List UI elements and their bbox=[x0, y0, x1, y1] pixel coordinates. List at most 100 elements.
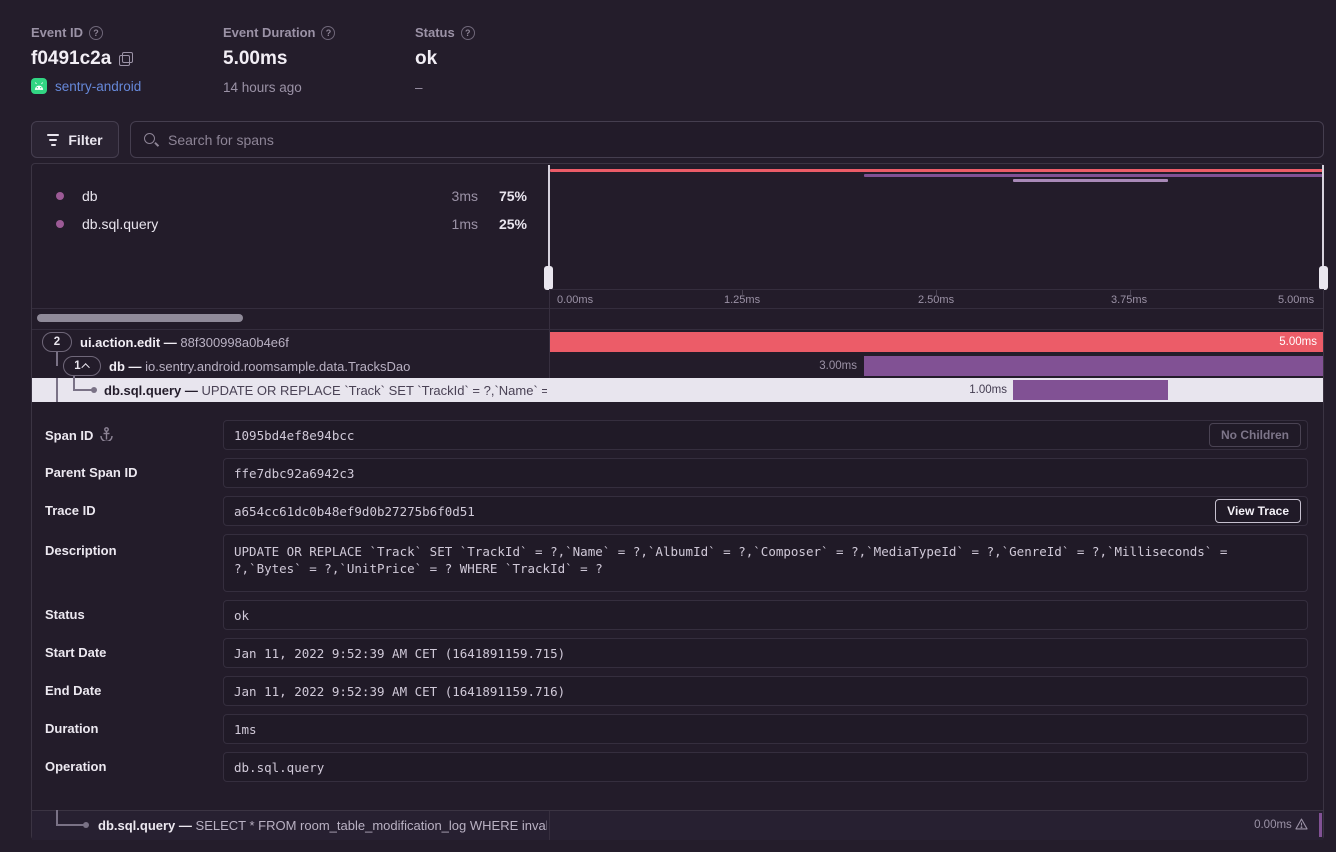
span-bar-zero-width[interactable] bbox=[1319, 813, 1322, 837]
axis-tick-label: 3.75ms bbox=[1111, 294, 1147, 306]
event-id-label-row: Event ID ? bbox=[31, 25, 103, 40]
legend-op-name: db bbox=[82, 188, 98, 204]
span-id-field: 1095bd4ef8e94bcc No Children bbox=[223, 420, 1308, 450]
legend-item-db[interactable]: db 3ms 75% bbox=[56, 182, 536, 210]
tree-connector bbox=[56, 378, 58, 402]
end-date-label: End Date bbox=[45, 683, 101, 698]
legend-op-percent: 25% bbox=[487, 216, 527, 232]
legend-item-db-sql-query[interactable]: db.sql.query 1ms 25% bbox=[56, 210, 536, 238]
span-id-value: 1095bd4ef8e94bcc bbox=[234, 428, 354, 443]
span-desc: SELECT * FROM room_table_modification_lo… bbox=[196, 818, 547, 833]
filter-icon bbox=[47, 134, 59, 146]
span-desc: UPDATE OR REPLACE `Track` SET `TrackId` … bbox=[202, 383, 547, 398]
duration-field-label: Duration bbox=[45, 721, 98, 736]
event-id-value: f0491c2a bbox=[31, 48, 111, 70]
minimap-bottom-border bbox=[32, 308, 1323, 309]
legend-op-name: db.sql.query bbox=[82, 216, 158, 232]
span-duration-label: 1.00ms bbox=[930, 380, 1007, 400]
event-duration-ago: 14 hours ago bbox=[223, 80, 302, 95]
status-field: ok bbox=[223, 600, 1308, 630]
help-icon[interactable]: ? bbox=[321, 26, 335, 40]
project-link[interactable]: sentry-android bbox=[55, 79, 141, 94]
span-children-badge[interactable]: 2 bbox=[42, 332, 72, 352]
span-op: db.sql.query bbox=[98, 818, 175, 833]
separator: — bbox=[179, 818, 192, 833]
event-duration-label: Event Duration bbox=[223, 25, 315, 40]
status-sub: – bbox=[415, 80, 423, 95]
android-icon bbox=[31, 78, 47, 94]
legend-op-percent: 75% bbox=[487, 188, 527, 204]
status-field-value: ok bbox=[234, 608, 249, 623]
anchor-icon[interactable] bbox=[100, 427, 113, 444]
span-duration-label-row: 0.00ms bbox=[1180, 818, 1308, 833]
tree-timeline-divider bbox=[549, 811, 550, 840]
duration-field-value: 1ms bbox=[234, 722, 257, 737]
description-value: UPDATE OR REPLACE `Track` SET `TrackId` … bbox=[234, 543, 1297, 577]
span-desc: 88f300998a0b4e6f bbox=[180, 335, 288, 350]
span-collapse-badge[interactable]: 1 bbox=[63, 356, 101, 376]
end-date-field: Jan 11, 2022 9:52:39 AM CET (1641891159.… bbox=[223, 676, 1308, 706]
status-label: Status bbox=[415, 25, 455, 40]
help-icon[interactable]: ? bbox=[461, 26, 475, 40]
span-duration-label: 3.00ms bbox=[780, 356, 857, 376]
trace-id-label: Trace ID bbox=[45, 503, 96, 518]
tree-connector bbox=[56, 352, 58, 366]
minimap-right-handle-line bbox=[1322, 165, 1324, 268]
view-trace-button[interactable]: View Trace bbox=[1215, 499, 1301, 523]
span-id-label: Span ID bbox=[45, 427, 113, 444]
span-row-title-selected[interactable]: db.sql.query — UPDATE OR REPLACE `Track`… bbox=[104, 383, 547, 398]
filter-button[interactable]: Filter bbox=[31, 121, 119, 158]
status-field-label: Status bbox=[45, 607, 85, 622]
minimap-left-handle[interactable] bbox=[544, 266, 553, 290]
axis-tick-label: 0.00ms bbox=[557, 294, 593, 306]
tree-connector bbox=[56, 810, 58, 825]
span-row-title[interactable]: ui.action.edit — 88f300998a0b4e6f bbox=[80, 335, 545, 350]
separator: — bbox=[129, 359, 142, 374]
separator: — bbox=[164, 335, 177, 350]
minimap-right-handle[interactable] bbox=[1319, 266, 1328, 290]
span-row-title[interactable]: db — io.sentry.android.roomsample.data.T… bbox=[109, 359, 545, 374]
span-bar-db-sql-query[interactable] bbox=[1013, 380, 1168, 400]
status-value: ok bbox=[415, 48, 437, 70]
span-op: db.sql.query bbox=[104, 383, 181, 398]
minimap-bar-db-sql-query bbox=[1013, 179, 1168, 182]
tree-horizontal-scrollbar[interactable] bbox=[37, 314, 243, 322]
event-duration-label-row: Event Duration ? bbox=[223, 25, 335, 40]
span-desc: io.sentry.android.roomsample.data.Tracks… bbox=[145, 359, 410, 374]
span-bar-db[interactable] bbox=[864, 356, 1323, 376]
op-color-dot bbox=[56, 192, 64, 200]
axis-tick bbox=[1130, 290, 1131, 295]
event-duration-value: 5.00ms bbox=[223, 48, 287, 70]
start-date-value: Jan 11, 2022 9:52:39 AM CET (1641891159.… bbox=[234, 646, 565, 661]
event-id-value-row: f0491c2a bbox=[31, 48, 133, 70]
tree-connector bbox=[73, 389, 93, 391]
minimap-left-handle-line bbox=[548, 165, 550, 268]
legend-op-duration: 1ms bbox=[380, 216, 478, 232]
minimap-bar-root bbox=[550, 169, 1323, 172]
copy-icon[interactable] bbox=[119, 52, 133, 66]
span-duration-label: 0.00ms bbox=[1254, 819, 1292, 831]
parent-span-id-field: ffe7dbc92a6942c3 bbox=[223, 458, 1308, 488]
span-op: db bbox=[109, 359, 125, 374]
search-input[interactable] bbox=[168, 132, 1311, 148]
span-bar-ui-action-edit[interactable]: 5.00ms bbox=[550, 332, 1323, 352]
filter-button-label: Filter bbox=[68, 132, 102, 148]
span-search bbox=[130, 121, 1324, 158]
parent-span-id-label: Parent Span ID bbox=[45, 465, 137, 480]
span-row-title[interactable]: db.sql.query — SELECT * FROM room_table_… bbox=[98, 818, 547, 833]
op-color-dot bbox=[56, 220, 64, 228]
span-detail-page: Event ID ? f0491c2a sentry-android Event… bbox=[0, 0, 1336, 852]
operation-field-label: Operation bbox=[45, 759, 106, 774]
help-icon[interactable]: ? bbox=[89, 26, 103, 40]
tree-connector bbox=[73, 376, 75, 390]
operation-field-value: db.sql.query bbox=[234, 760, 324, 775]
chevron-up-icon bbox=[81, 363, 89, 371]
operation-field: db.sql.query bbox=[223, 752, 1308, 782]
start-date-label: Start Date bbox=[45, 645, 106, 660]
tree-leaf-dot bbox=[83, 822, 89, 828]
parent-span-id-value: ffe7dbc92a6942c3 bbox=[234, 466, 354, 481]
search-icon bbox=[143, 132, 158, 147]
separator: — bbox=[185, 383, 198, 398]
minimap-bar-db bbox=[864, 174, 1323, 177]
tree-connector bbox=[56, 824, 84, 826]
